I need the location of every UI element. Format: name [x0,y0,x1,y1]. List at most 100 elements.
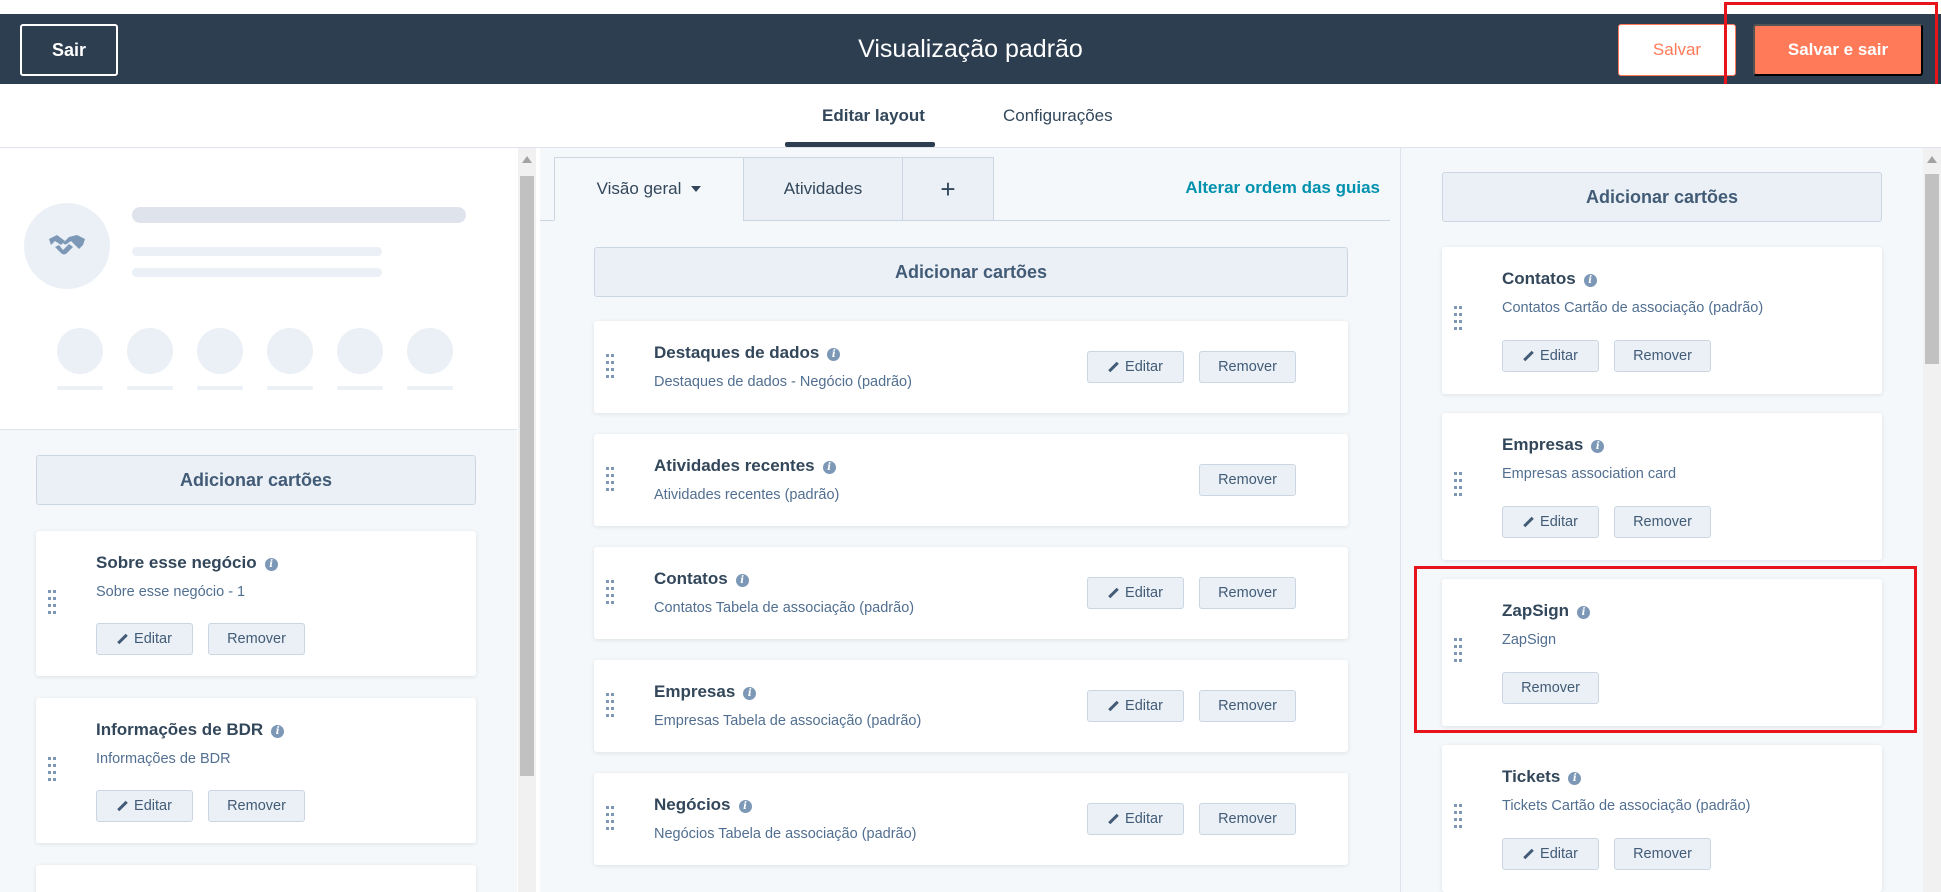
card-subtitle: Informações de BDR [96,751,231,767]
drag-handle-icon[interactable] [48,590,56,616]
tab-settings[interactable]: Configurações [1003,106,1113,126]
save-button[interactable]: Salvar [1618,24,1736,76]
tab-activities[interactable]: Atividades [743,157,903,221]
edit-button[interactable]: Editar [1502,506,1599,538]
info-icon[interactable]: i [738,800,752,813]
drag-handle-icon[interactable] [48,757,56,783]
remove-button[interactable]: Remover [1614,506,1711,538]
card-title: ZapSign i [1502,601,1591,621]
card-companies-association[interactable]: Empresas i Empresas association card Edit… [1442,413,1882,560]
info-icon[interactable]: i [735,574,749,587]
add-cards-button-middle[interactable]: Adicionar cartões [594,247,1348,297]
card-partial[interactable] [36,865,476,892]
active-tab-indicator [785,142,935,147]
remove-button[interactable]: Remover [208,790,305,822]
save-and-exit-button[interactable]: Salvar e sair [1753,24,1923,76]
action-placeholder [267,328,313,374]
card-contacts-association[interactable]: Contatos i Contatos Cartão de associação … [1442,247,1882,394]
scroll-thumb[interactable] [1925,174,1939,364]
card-title-text: Tickets [1502,767,1561,786]
edit-button[interactable]: Editar [1087,351,1184,383]
card-data-highlights[interactable]: Destaques de dados i Destaques de dados -… [594,321,1348,413]
info-icon[interactable]: i [1583,274,1597,287]
remove-button[interactable]: Remover [1199,690,1296,722]
remove-button[interactable]: Remover [1199,351,1296,383]
card-subtitle: Atividades recentes (padrão) [654,487,840,503]
edit-button[interactable]: Editar [1087,803,1184,835]
exit-button[interactable]: Sair [20,24,118,76]
remove-button[interactable]: Remover [1614,340,1711,372]
card-subtitle: ZapSign [1502,632,1557,648]
edit-label: Editar [1125,811,1163,827]
info-icon[interactable]: i [743,687,757,700]
card-bdr-info[interactable]: Informações de BDR i Informações de BDR E… [36,698,476,843]
scroll-thumb[interactable] [520,176,534,776]
card-zapsign[interactable]: ZapSign i ZapSign Remover [1442,579,1882,726]
card-about-deal[interactable]: Sobre esse negócio i Sobre esse negócio -… [36,531,476,676]
add-cards-button-right[interactable]: Adicionar cartões [1442,172,1882,222]
info-icon[interactable]: i [822,461,836,474]
info-icon[interactable]: i [271,725,285,738]
drag-handle-icon[interactable] [606,806,614,832]
subtitle-placeholder [132,268,382,277]
action-label-placeholder [407,386,453,390]
info-icon[interactable]: i [1577,606,1591,619]
drag-handle-icon[interactable] [606,354,614,380]
edit-button[interactable]: Editar [1502,340,1599,372]
scroll-up-arrow-icon[interactable] [1927,156,1937,163]
action-label-placeholder [127,386,173,390]
card-tickets-association[interactable]: Tickets i Tickets Cartão de associação (p… [1442,745,1882,892]
pencil-icon [1523,351,1534,362]
drag-handle-icon[interactable] [1454,804,1462,830]
pencil-icon [117,801,128,812]
top-strip [0,0,1941,14]
card-recent-activities[interactable]: Atividades recentes i Atividades recentes… [594,434,1348,526]
card-contacts[interactable]: Contatos i Contatos Tabela de associação … [594,547,1348,639]
remove-button[interactable]: Remover [1614,838,1711,870]
drag-handle-icon[interactable] [1454,638,1462,664]
tab-edit-layout[interactable]: Editar layout [822,106,925,126]
card-title: Destaques de dados i [654,343,841,363]
edit-button[interactable]: Editar [1087,690,1184,722]
action-label-placeholder [267,386,313,390]
pencil-icon [1108,814,1119,825]
right-scrollbar[interactable] [1923,148,1941,892]
remove-button[interactable]: Remover [208,623,305,655]
drag-handle-icon[interactable] [606,693,614,719]
card-title: Contatos i [1502,269,1597,289]
info-icon[interactable]: i [827,348,841,361]
info-icon[interactable]: i [264,558,278,571]
remove-button[interactable]: Remover [1199,803,1296,835]
remove-button[interactable]: Remover [1502,672,1599,704]
card-subtitle: Sobre esse negócio - 1 [96,584,246,600]
scroll-up-arrow-icon[interactable] [522,156,532,163]
card-subtitle: Contatos Tabela de associação (padrão) [654,600,915,616]
left-scrollbar[interactable] [518,148,536,892]
add-tab-button[interactable]: + [902,157,994,221]
card-title-text: Informações de BDR [96,720,264,739]
card-title: Empresas i [1502,435,1605,455]
remove-button[interactable]: Remover [1199,464,1296,496]
edit-label: Editar [1125,359,1163,375]
card-subtitle: Negócios Tabela de associação (padrão) [654,826,917,842]
info-icon[interactable]: i [1568,772,1582,785]
add-cards-button-left[interactable]: Adicionar cartões [36,455,476,505]
card-deals[interactable]: Negócios i Negócios Tabela de associação … [594,773,1348,865]
card-companies[interactable]: Empresas i Empresas Tabela de associação … [594,660,1348,752]
tab-overview[interactable]: Visão geral [554,157,744,221]
reorder-tabs-link[interactable]: Alterar ordem das guias [1185,178,1380,198]
drag-handle-icon[interactable] [606,467,614,493]
edit-button[interactable]: Editar [96,790,193,822]
edit-button[interactable]: Editar [96,623,193,655]
drag-handle-icon[interactable] [1454,306,1462,332]
pencil-icon [117,634,128,645]
edit-button[interactable]: Editar [1087,577,1184,609]
remove-button[interactable]: Remover [1199,577,1296,609]
edit-button[interactable]: Editar [1502,838,1599,870]
edit-label: Editar [134,631,172,647]
card-title-text: Atividades recentes [654,456,815,475]
drag-handle-icon[interactable] [1454,472,1462,498]
edit-label: Editar [1540,348,1578,364]
drag-handle-icon[interactable] [606,580,614,606]
info-icon[interactable]: i [1591,440,1605,453]
